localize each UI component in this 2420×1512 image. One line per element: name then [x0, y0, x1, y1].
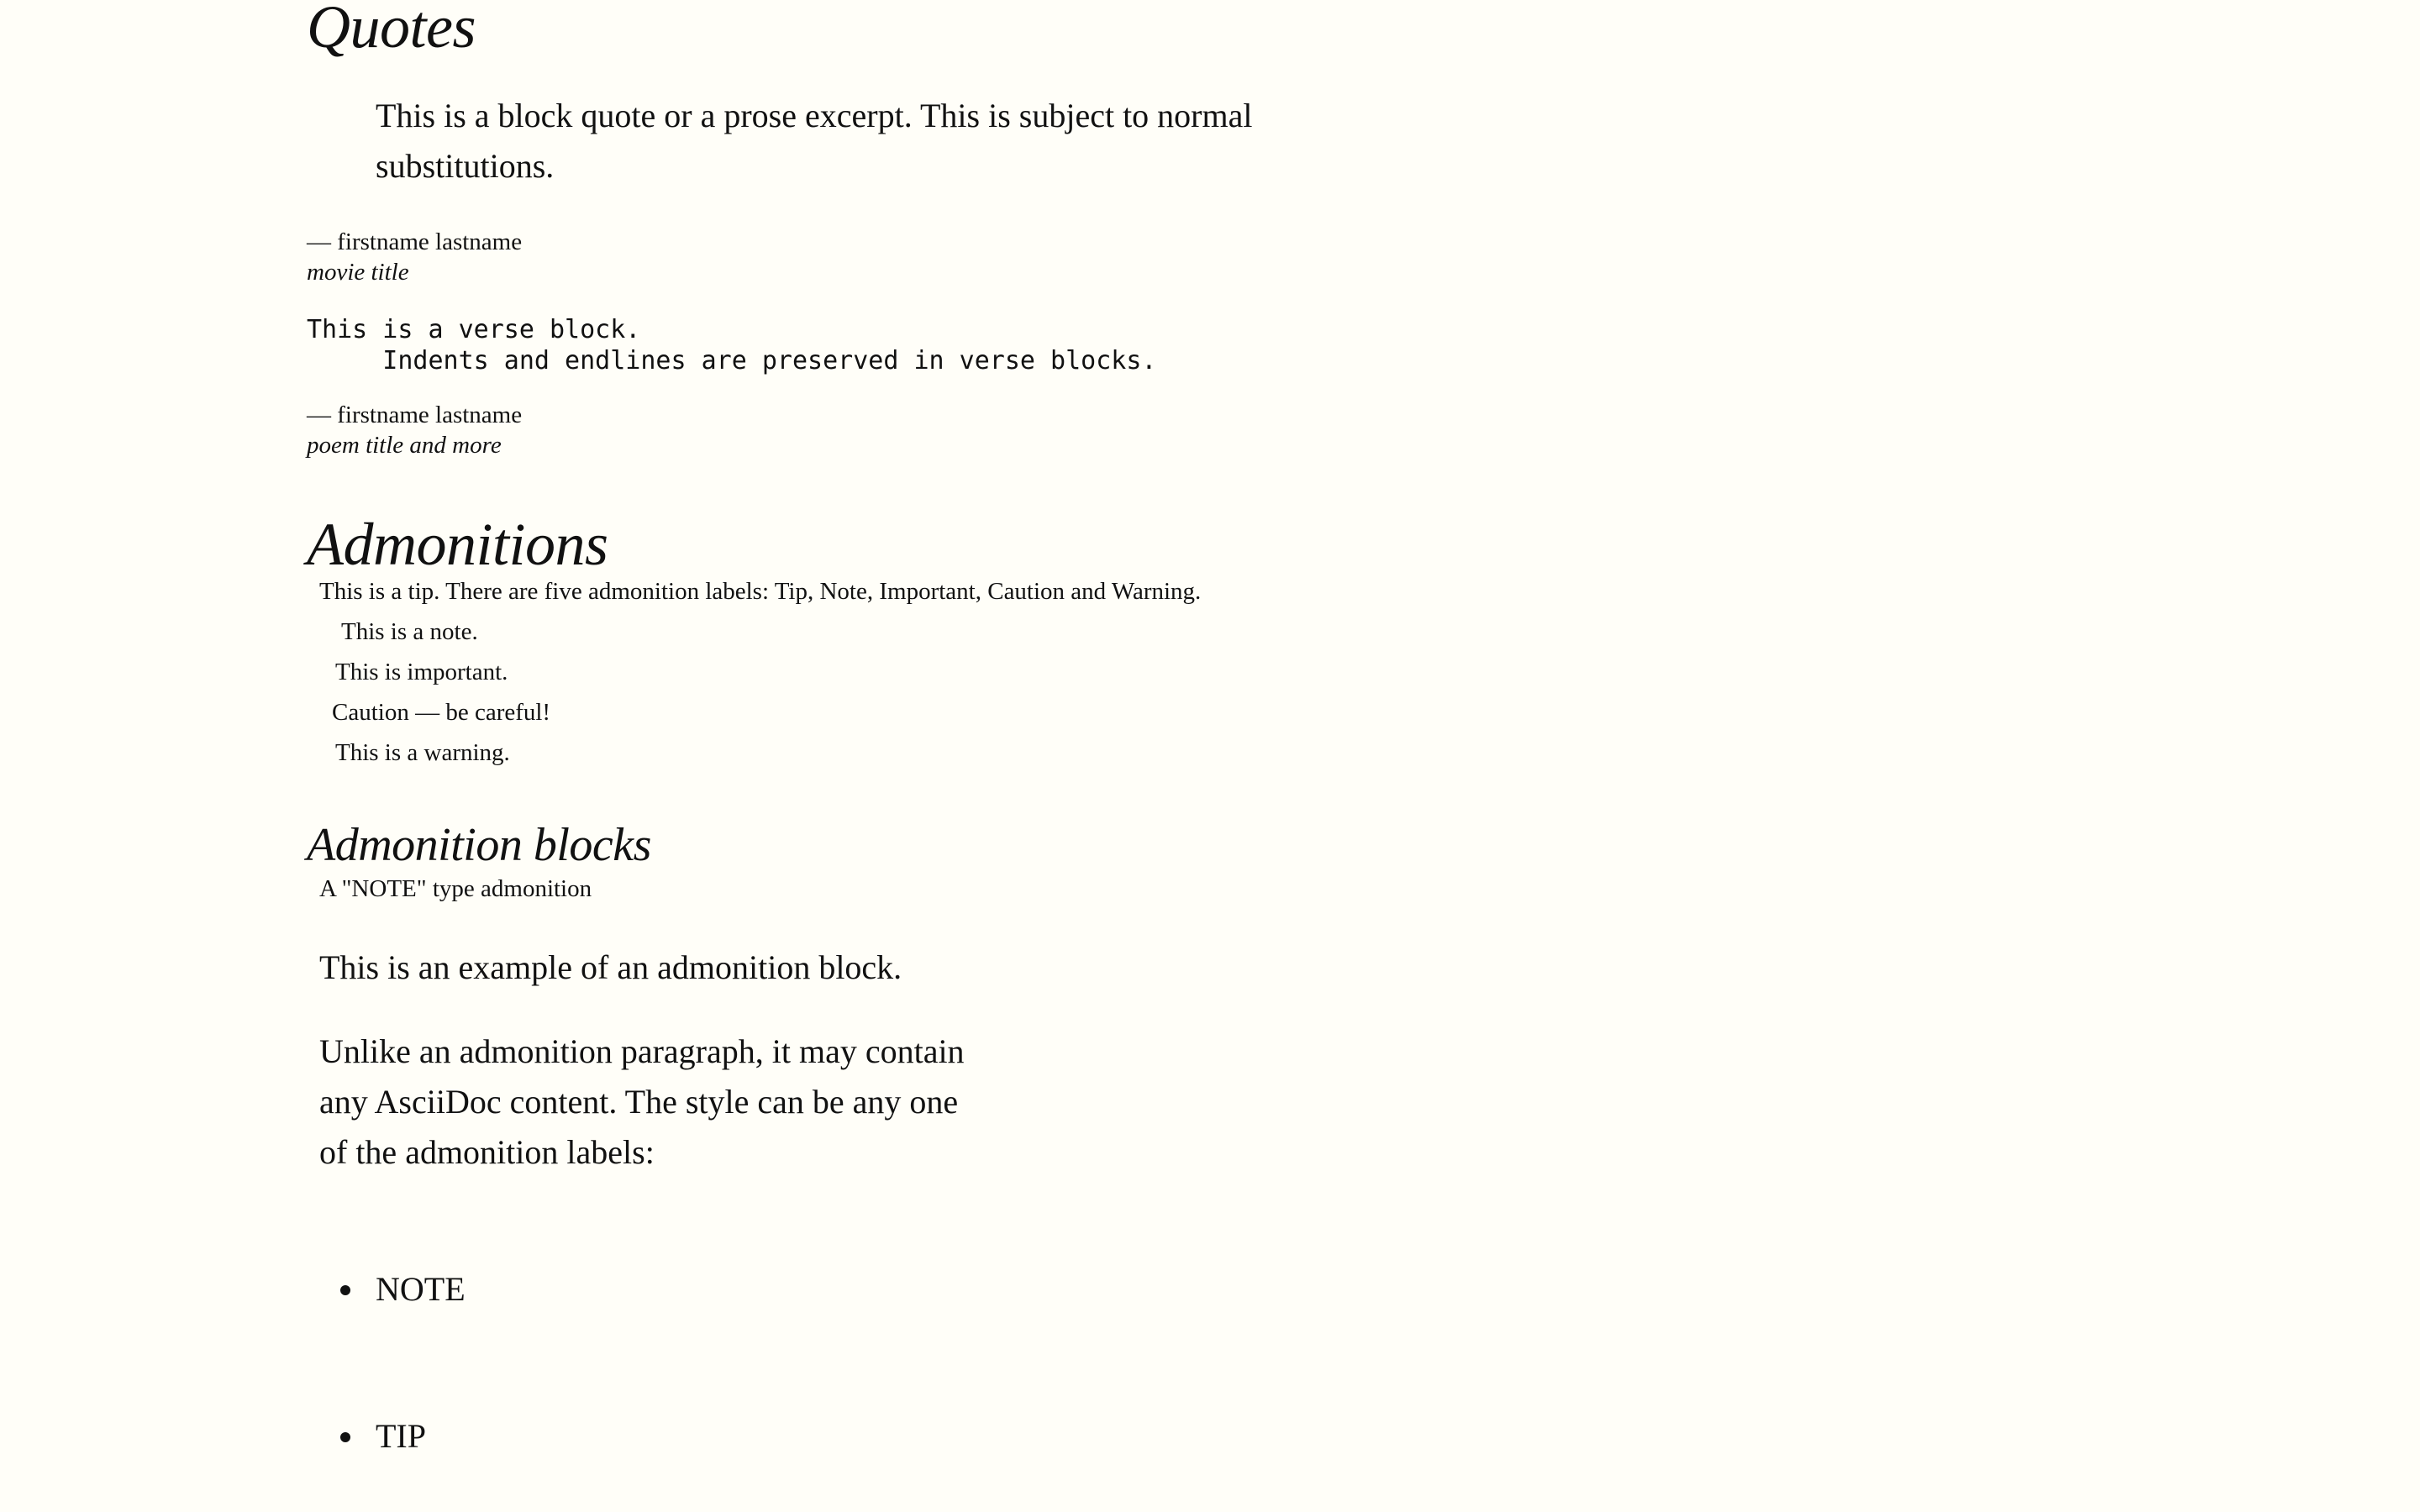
- admonition-caution: Caution — be careful!: [332, 699, 551, 726]
- admonition-important: This is important.: [335, 659, 508, 685]
- admonition-block-para-1: This is an example of an admonition bloc…: [319, 948, 902, 986]
- verse-line: Indents and endlines are preserved in ve…: [307, 346, 1157, 375]
- section-heading-admonitions: Admonitions: [307, 511, 608, 578]
- list-item: NOTE: [340, 1268, 466, 1310]
- admonition-tip: This is a tip. There are five admonition…: [319, 578, 1202, 605]
- verse-block: This is a verse block. Indents and endli…: [307, 314, 1156, 376]
- bullet-icon: [340, 1432, 350, 1442]
- bullet-icon: [340, 1285, 350, 1295]
- verse-line: This is a verse block.: [307, 315, 641, 344]
- section-heading-admonition-blocks: Admonition blocks: [307, 819, 651, 871]
- list-item: TIP: [340, 1415, 426, 1457]
- list-item-label: TIP: [376, 1417, 426, 1455]
- list-item-label: NOTE: [376, 1270, 466, 1308]
- admonition-block-para-2: Unlike an admonition paragraph, it may c…: [319, 1032, 965, 1171]
- admonition-note: This is a note.: [341, 618, 478, 645]
- admonition-block-caption: A "NOTE" type admonition: [319, 875, 592, 902]
- blockquote-text: This is a block quote or a prose excerpt…: [376, 97, 1253, 185]
- verse-attribution: — firstname lastname poem title and more: [307, 400, 522, 460]
- admonition-warning: This is a warning.: [335, 739, 510, 766]
- verse-author: — firstname lastname: [307, 402, 523, 428]
- quote-attribution: — firstname lastname movie title: [307, 227, 522, 287]
- quote-cite-title: movie title: [307, 259, 409, 286]
- quote-author: — firstname lastname: [307, 228, 523, 255]
- verse-cite-title: poem title and more: [307, 432, 502, 459]
- section-heading-quotes: Quotes: [307, 0, 476, 60]
